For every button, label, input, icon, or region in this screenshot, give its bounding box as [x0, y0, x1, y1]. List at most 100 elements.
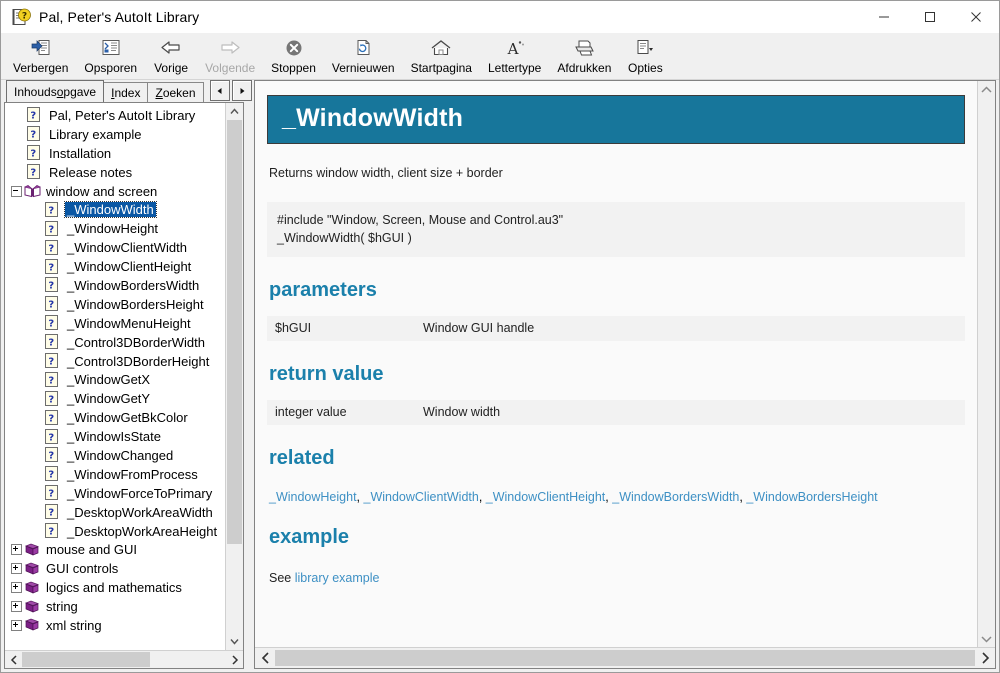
tree-item[interactable]: ? _WindowBordersWidth: [5, 276, 225, 295]
toolbar-button-locate[interactable]: Opsporen: [76, 33, 145, 77]
related-link[interactable]: _WindowClientWidth: [364, 490, 479, 504]
close-icon[interactable]: [953, 1, 999, 33]
tree-item[interactable]: ? _DesktopWorkAreaHeight: [5, 522, 225, 541]
svg-text:?: ?: [30, 149, 36, 160]
return-value-row: integer value Window width: [267, 400, 965, 426]
tree-item-label: _WindowHeight: [67, 221, 159, 237]
tree-item[interactable]: ? Library example: [5, 125, 225, 144]
expander-plus-icon[interactable]: [9, 580, 24, 595]
tree-item-label: GUI controls: [46, 561, 119, 577]
tree-item[interactable]: ? _WindowFromProcess: [5, 465, 225, 484]
scroll-down-icon[interactable]: [226, 633, 243, 650]
svg-text:?: ?: [48, 394, 54, 405]
tree-item-label: _WindowFromProcess: [67, 466, 198, 482]
tree-scroll-thumb[interactable]: [227, 120, 242, 544]
tree-item-label: logics and mathematics: [46, 580, 182, 596]
tab-search[interactable]: Zoeken: [147, 82, 204, 102]
page-icon: ?: [27, 107, 44, 123]
tree-item[interactable]: GUI controls: [5, 559, 225, 578]
toolbar-button-refresh[interactable]: Vernieuwen: [324, 33, 403, 77]
content-scroll-track[interactable]: [978, 98, 995, 630]
tree-item[interactable]: ? _WindowClientWidth: [5, 238, 225, 257]
scroll-down-icon[interactable]: [978, 630, 995, 647]
tree-item[interactable]: ? _Control3DBorderWidth: [5, 333, 225, 352]
toolbar-button-hide[interactable]: Verbergen: [5, 33, 76, 77]
scroll-up-icon[interactable]: [978, 81, 995, 98]
tree-item[interactable]: ? _DesktopWorkAreaWidth: [5, 503, 225, 522]
content-vertical-scrollbar[interactable]: [977, 81, 995, 647]
related-link[interactable]: _WindowHeight: [269, 490, 357, 504]
tree-item[interactable]: window and screen: [5, 182, 225, 201]
tree-item[interactable]: string: [5, 597, 225, 616]
toolbar-button-stop[interactable]: Stoppen: [263, 33, 324, 77]
scroll-up-icon[interactable]: [226, 103, 243, 120]
tree-item[interactable]: ? _WindowBordersHeight: [5, 295, 225, 314]
expander-plus-icon[interactable]: [9, 618, 24, 633]
toolbar-label: Lettertype: [487, 61, 542, 75]
related-link[interactable]: _WindowBordersWidth: [612, 490, 739, 504]
tree-item[interactable]: logics and mathematics: [5, 578, 225, 597]
tree-hscroll-thumb[interactable]: [22, 652, 150, 667]
tree-item[interactable]: xml string: [5, 616, 225, 635]
tree-hscroll-track[interactable]: [150, 651, 226, 668]
tab-label-post: oeken: [162, 85, 196, 100]
tab-contents[interactable]: Inhouds o pgave: [6, 80, 105, 102]
tree-item-label: _WindowIsState: [67, 429, 161, 445]
tree-item[interactable]: ? _WindowForceToPrimary: [5, 484, 225, 503]
toolbar-button-print[interactable]: Afdrukken: [549, 33, 619, 77]
expander-plus-icon[interactable]: [9, 542, 24, 557]
tree-item[interactable]: ? Pal, Peter's AutoIt Library: [5, 106, 225, 125]
tree-vertical-scrollbar[interactable]: [225, 103, 243, 650]
expander-plus-icon[interactable]: [9, 599, 24, 614]
tree-item[interactable]: ? Installation: [5, 144, 225, 163]
tree-item[interactable]: ? _WindowHeight: [5, 219, 225, 238]
tree-item[interactable]: ? _WindowGetX: [5, 370, 225, 389]
spin-left-icon[interactable]: [209, 80, 230, 101]
related-link[interactable]: _WindowBordersHeight: [746, 490, 877, 504]
tree-item[interactable]: ? _WindowWidth: [5, 200, 225, 219]
toolbar-button-options[interactable]: Opties: [619, 33, 671, 77]
maximize-icon[interactable]: [907, 1, 953, 33]
pane-splitter[interactable]: [244, 80, 254, 669]
content-hscroll-thumb[interactable]: [275, 650, 975, 666]
expander-plus-icon[interactable]: [9, 561, 24, 576]
tree-item[interactable]: ? _WindowIsState: [5, 427, 225, 446]
minimize-icon[interactable]: [861, 1, 907, 33]
tree-scroll-track[interactable]: [226, 544, 243, 633]
page-icon: ?: [45, 485, 62, 501]
tree-item[interactable]: ? _Control3DBorderHeight: [5, 352, 225, 371]
svg-text:?: ?: [30, 111, 36, 122]
scroll-left-icon[interactable]: [255, 648, 275, 668]
spin-right-icon[interactable]: [231, 80, 252, 101]
contents-tree[interactable]: ? Pal, Peter's AutoIt Library ? Library exa…: [5, 103, 225, 650]
tree-item[interactable]: ? _WindowMenuHeight: [5, 314, 225, 333]
svg-text:?: ?: [48, 451, 54, 462]
tree-item-label: Pal, Peter's AutoIt Library: [49, 107, 196, 123]
library-example-link[interactable]: library example: [295, 571, 380, 585]
tree-item[interactable]: ? _WindowGetY: [5, 389, 225, 408]
related-link[interactable]: _WindowClientHeight: [486, 490, 606, 504]
toolbar-button-font[interactable]: A Lettertype: [480, 33, 549, 77]
tree-horizontal-scrollbar[interactable]: [5, 650, 243, 668]
tree-item[interactable]: ? _WindowGetBkColor: [5, 408, 225, 427]
tree-item-label: _Control3DBorderWidth: [67, 334, 206, 350]
expander-minus-icon[interactable]: [9, 184, 24, 199]
toolbar-button-back[interactable]: Vorige: [145, 33, 197, 77]
tree-item-label: _WindowBordersWidth: [67, 277, 200, 293]
scroll-right-icon[interactable]: [226, 651, 243, 668]
scroll-left-icon[interactable]: [5, 651, 22, 668]
parameters-heading: parameters: [269, 279, 377, 302]
toolbar-button-home[interactable]: Startpagina: [403, 33, 480, 77]
tree-item[interactable]: mouse and GUI: [5, 540, 225, 559]
tree-item[interactable]: ? Release notes: [5, 163, 225, 182]
toolbar-label: Vernieuwen: [331, 61, 395, 75]
tab-accel: o: [56, 84, 64, 99]
scroll-right-icon[interactable]: [975, 648, 995, 668]
tree-item[interactable]: ? _WindowChanged: [5, 446, 225, 465]
svg-text:?: ?: [48, 300, 54, 311]
options-icon: [634, 37, 656, 59]
content-horizontal-scrollbar[interactable]: [255, 647, 995, 668]
svg-text:?: ?: [48, 337, 54, 348]
tab-index[interactable]: Index: [103, 82, 149, 102]
tree-item[interactable]: ? _WindowClientHeight: [5, 257, 225, 276]
